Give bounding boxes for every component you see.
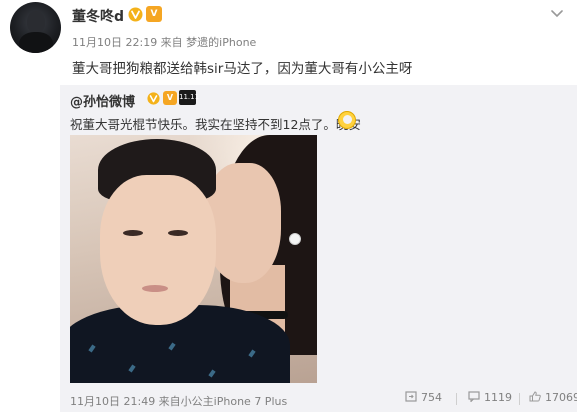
author-name[interactable]: 董冬咚d bbox=[72, 6, 124, 26]
repost-count[interactable]: 754 bbox=[405, 391, 442, 404]
comment-count-value: 1119 bbox=[484, 391, 512, 404]
shirt-pattern bbox=[168, 342, 176, 351]
stats-divider bbox=[519, 393, 520, 405]
verified-icon bbox=[147, 92, 160, 105]
verified-icon bbox=[128, 7, 143, 22]
repost-icon bbox=[405, 391, 417, 402]
repost-author[interactable]: @孙怡微博 bbox=[70, 91, 135, 110]
like-icon bbox=[529, 391, 541, 402]
chevron-down-icon[interactable] bbox=[551, 10, 563, 18]
repost-count-value: 754 bbox=[421, 391, 442, 404]
post-meta: 11月10日 22:19 来自 梦遗的iPhone bbox=[72, 36, 257, 49]
repost-time: 11月10日 21:49 来自小公主iPhone 7 Plus bbox=[70, 395, 288, 408]
stats-divider bbox=[456, 393, 457, 405]
vip-icon: V bbox=[163, 91, 177, 105]
photo-man-face bbox=[100, 175, 216, 325]
repost-photo[interactable] bbox=[70, 135, 317, 383]
vip-icon: V bbox=[146, 6, 162, 22]
comment-icon bbox=[468, 391, 480, 402]
weibo-post-card: 董冬咚d V 11月10日 22:19 来自 梦遗的iPhone 董大哥把狗粮都… bbox=[0, 0, 577, 412]
avatar[interactable] bbox=[10, 2, 61, 53]
photo-man-eye bbox=[123, 230, 143, 236]
shirt-pattern bbox=[248, 349, 256, 358]
like-count[interactable]: 17069 bbox=[529, 391, 577, 404]
photo-man-mouth bbox=[142, 285, 168, 292]
comment-count[interactable]: 1119 bbox=[468, 391, 512, 404]
shirt-pattern bbox=[88, 344, 96, 353]
shirt-pattern bbox=[128, 364, 136, 373]
like-count-value: 17069 bbox=[545, 391, 577, 404]
avatar-head bbox=[27, 11, 45, 33]
post-text: 董大哥把狗粮都送给韩sir马达了，因为董大哥有小公主呀 bbox=[72, 61, 413, 77]
avatar-body bbox=[19, 32, 53, 53]
sleepy-emoji-icon bbox=[338, 111, 356, 129]
repost-container: @孙怡微博 V 11.11 祝董大哥光棍节快乐。我实在坚持不到12点了。晚安 1… bbox=[60, 85, 577, 412]
repost-text: 祝董大哥光棍节快乐。我实在坚持不到12点了。晚安 bbox=[70, 117, 361, 132]
photo-earring bbox=[289, 233, 301, 245]
shirt-pattern bbox=[208, 369, 216, 378]
event-badge: 11.11 bbox=[179, 90, 199, 105]
photo-man-eye bbox=[168, 230, 188, 236]
